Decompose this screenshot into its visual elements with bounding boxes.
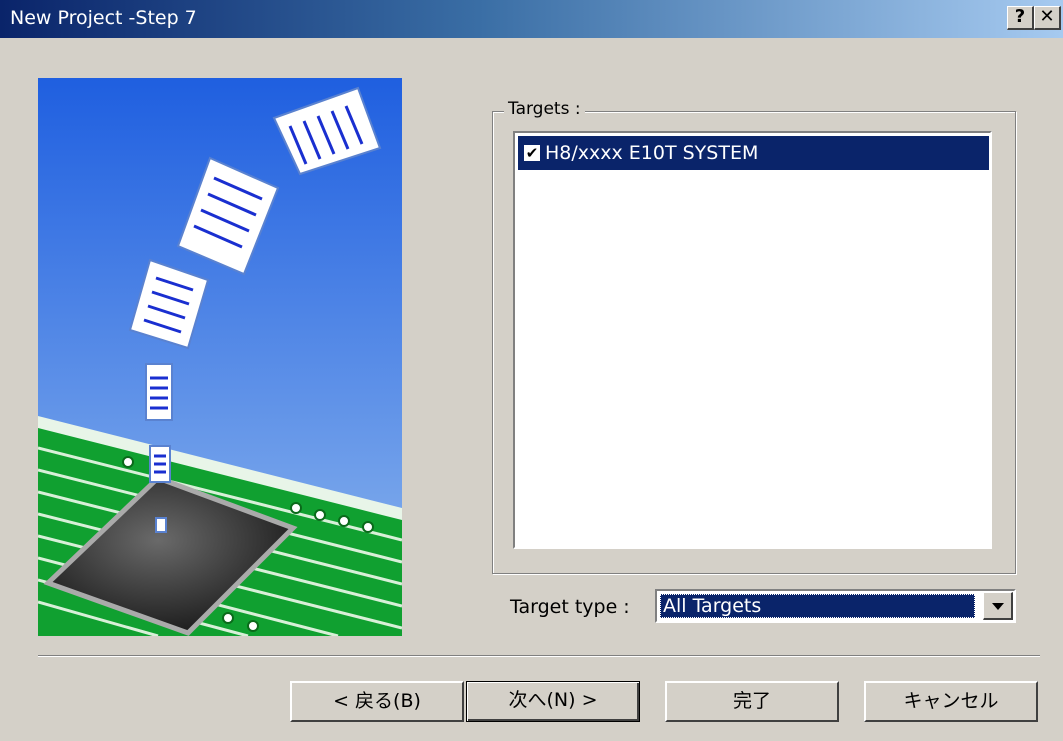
window-title: New Project -Step 7 <box>10 7 197 29</box>
chevron-down-icon <box>992 603 1004 610</box>
divider <box>38 655 1040 657</box>
targets-group-label: Targets : <box>504 99 585 119</box>
wizard-illustration <box>38 78 402 636</box>
list-item[interactable]: ✔ H8/xxxx E10T SYSTEM <box>518 136 989 170</box>
targets-list[interactable]: ✔ H8/xxxx E10T SYSTEM <box>513 131 992 549</box>
target-type-select[interactable]: All Targets <box>655 589 1016 623</box>
target-type-dropdown-button[interactable] <box>983 592 1013 620</box>
close-button[interactable]: ✕ <box>1034 6 1061 30</box>
finish-button[interactable]: 完了 <box>665 681 839 722</box>
title-bar[interactable]: New Project -Step 7 ? ✕ <box>0 0 1063 38</box>
target-type-label: Target type : <box>510 596 630 618</box>
target-checkbox[interactable]: ✔ <box>524 145 540 161</box>
next-button[interactable]: 次へ(N) > <box>466 681 640 722</box>
back-button[interactable]: < 戻る(B) <box>290 681 464 722</box>
close-icon: ✕ <box>1039 6 1055 27</box>
target-item-label: H8/xxxx E10T SYSTEM <box>545 142 759 164</box>
cancel-button[interactable]: キャンセル <box>864 681 1038 722</box>
target-type-value: All Targets <box>660 594 975 618</box>
help-button[interactable]: ? <box>1007 6 1034 30</box>
